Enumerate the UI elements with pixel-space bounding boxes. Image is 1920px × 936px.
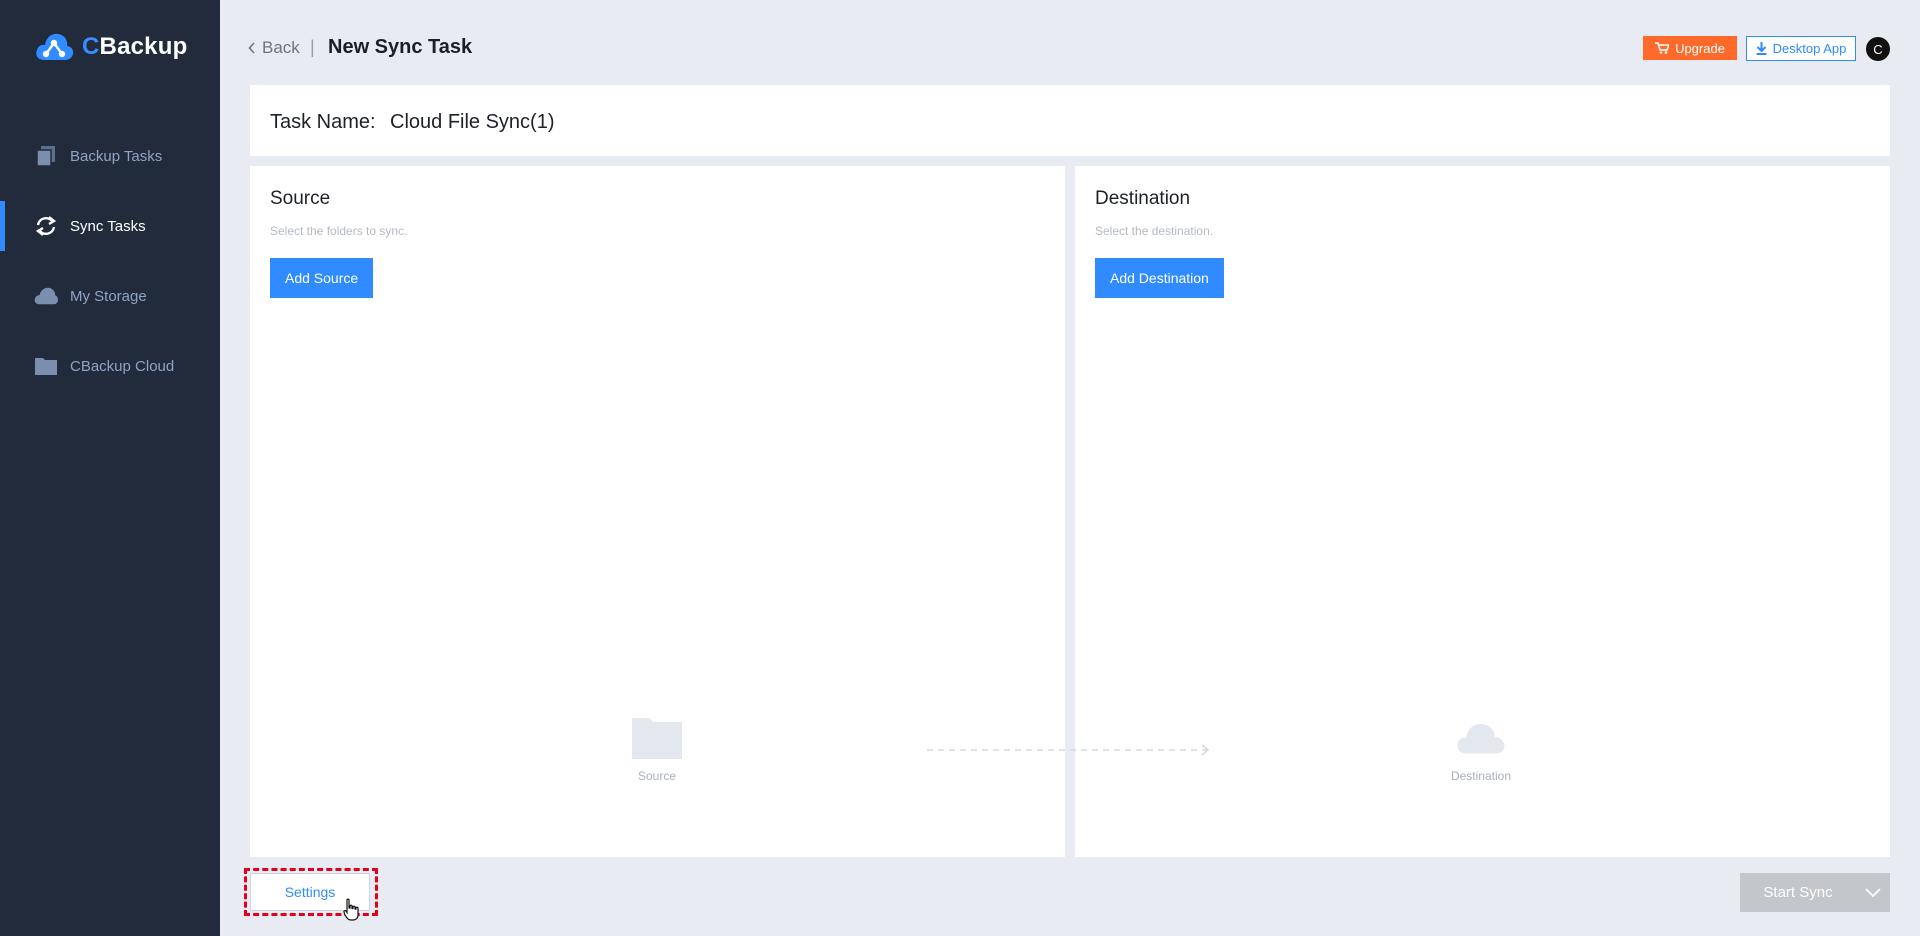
sidebar-nav: Backup Tasks Sync Tasks My Storage CBack… — [0, 131, 220, 411]
back-label: Back — [262, 38, 300, 57]
sidebar: CBackup Backup Tasks Sync Tasks My Stora… — [0, 0, 220, 936]
task-name-input[interactable]: Cloud File Sync(1) — [390, 111, 555, 134]
start-sync-button[interactable]: Start Sync — [1740, 873, 1890, 912]
destination-placeholder-caption: Destination — [1450, 769, 1512, 783]
chevron-down-icon — [1865, 887, 1881, 897]
sidebar-item-cbackup-cloud[interactable]: CBackup Cloud — [0, 341, 220, 391]
sidebar-item-my-storage[interactable]: My Storage — [0, 271, 220, 321]
sidebar-item-sync-tasks[interactable]: Sync Tasks — [0, 201, 220, 251]
task-name-label: Task Name: — [270, 111, 376, 133]
sidebar-item-label: My Storage — [70, 287, 147, 305]
source-placeholder: Source — [617, 714, 697, 783]
brand-name: CBackup — [82, 33, 188, 60]
sidebar-item-label: Sync Tasks — [70, 217, 146, 235]
hand-cursor-icon — [343, 898, 359, 921]
source-hint: Select the folders to sync. — [270, 224, 408, 238]
start-sync-label[interactable]: Start Sync — [1740, 873, 1856, 912]
chevron-left-icon — [248, 42, 255, 54]
backup-tasks-icon — [34, 144, 58, 168]
avatar[interactable]: C — [1866, 37, 1890, 61]
page-title: New Sync Task — [328, 36, 473, 58]
upgrade-button[interactable]: Upgrade — [1643, 36, 1737, 60]
destination-placeholder: Destination — [1441, 714, 1521, 783]
sidebar-item-label: Backup Tasks — [70, 147, 163, 165]
desktop-app-label: Desktop App — [1772, 41, 1847, 56]
source-placeholder-caption: Source — [637, 769, 677, 783]
back-link[interactable]: Back — [248, 38, 300, 58]
brand-logo[interactable]: CBackup — [34, 30, 187, 64]
header-separator: | — [310, 37, 315, 57]
folder-placeholder-icon — [632, 718, 682, 759]
destination-title: Destination — [1095, 188, 1191, 209]
add-destination-button[interactable]: Add Destination — [1095, 258, 1224, 298]
desktop-app-button[interactable]: Desktop App — [1746, 36, 1856, 61]
download-icon — [1756, 42, 1767, 55]
start-sync-dropdown[interactable] — [1856, 873, 1890, 912]
cbackup-logo-icon — [36, 33, 74, 60]
cloud-placeholder-icon — [1457, 724, 1505, 754]
upgrade-label: Upgrade — [1675, 40, 1725, 56]
sidebar-item-label: CBackup Cloud — [70, 357, 175, 375]
sidebar-item-backup-tasks[interactable]: Backup Tasks — [0, 131, 220, 181]
cloud-icon — [34, 284, 58, 308]
dashed-arrow-icon — [927, 744, 1210, 756]
source-title: Source — [270, 188, 331, 209]
add-source-button[interactable]: Add Source — [270, 258, 374, 298]
sync-icon — [34, 214, 58, 238]
cart-icon — [1655, 42, 1670, 54]
folder-icon — [34, 354, 58, 378]
task-name-panel: Task Name: Cloud File Sync(1) — [250, 85, 1890, 156]
destination-hint: Select the destination. — [1095, 224, 1214, 238]
